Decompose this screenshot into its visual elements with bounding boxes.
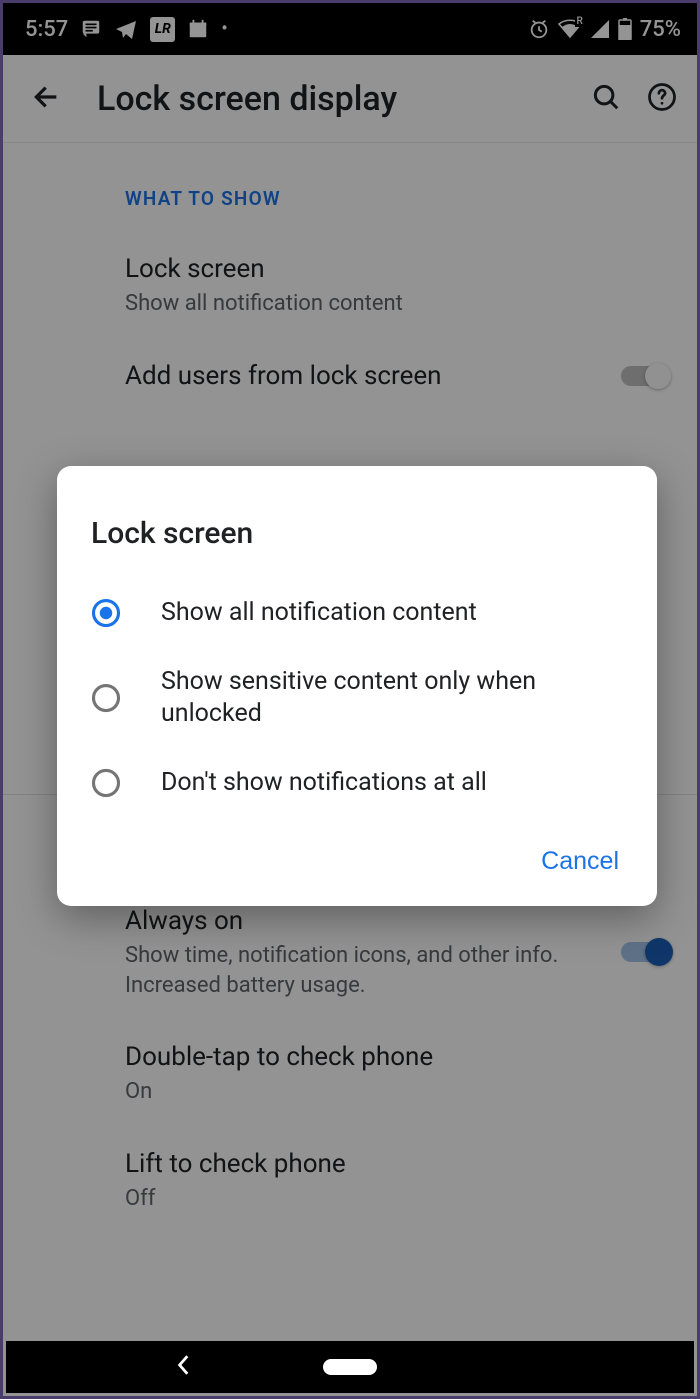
radio-label: Show sensitive content only when unlocke… (161, 666, 623, 731)
cancel-button[interactable]: Cancel (541, 847, 619, 876)
radio-unchecked-icon (91, 683, 121, 713)
radio-label: Show all notification content (161, 597, 477, 630)
radio-option-2[interactable]: Show sensitive content only when unlocke… (57, 648, 657, 749)
navigation-bar (6, 1341, 694, 1393)
radio-unchecked-icon (91, 768, 121, 798)
radio-option-1[interactable]: Show all notification content (57, 579, 657, 648)
lock-screen-dialog: Lock screen Show all notification conten… (57, 466, 657, 906)
radio-label: Don't show notifications at all (161, 767, 487, 800)
nav-back-icon[interactable] (176, 1354, 192, 1380)
nav-home-pill[interactable] (323, 1359, 377, 1375)
dialog-title: Lock screen (57, 502, 657, 579)
radio-option-3[interactable]: Don't show notifications at all (57, 749, 657, 818)
radio-checked-icon (91, 598, 121, 628)
phone-frame: 5:57 LR • R (0, 0, 700, 1399)
